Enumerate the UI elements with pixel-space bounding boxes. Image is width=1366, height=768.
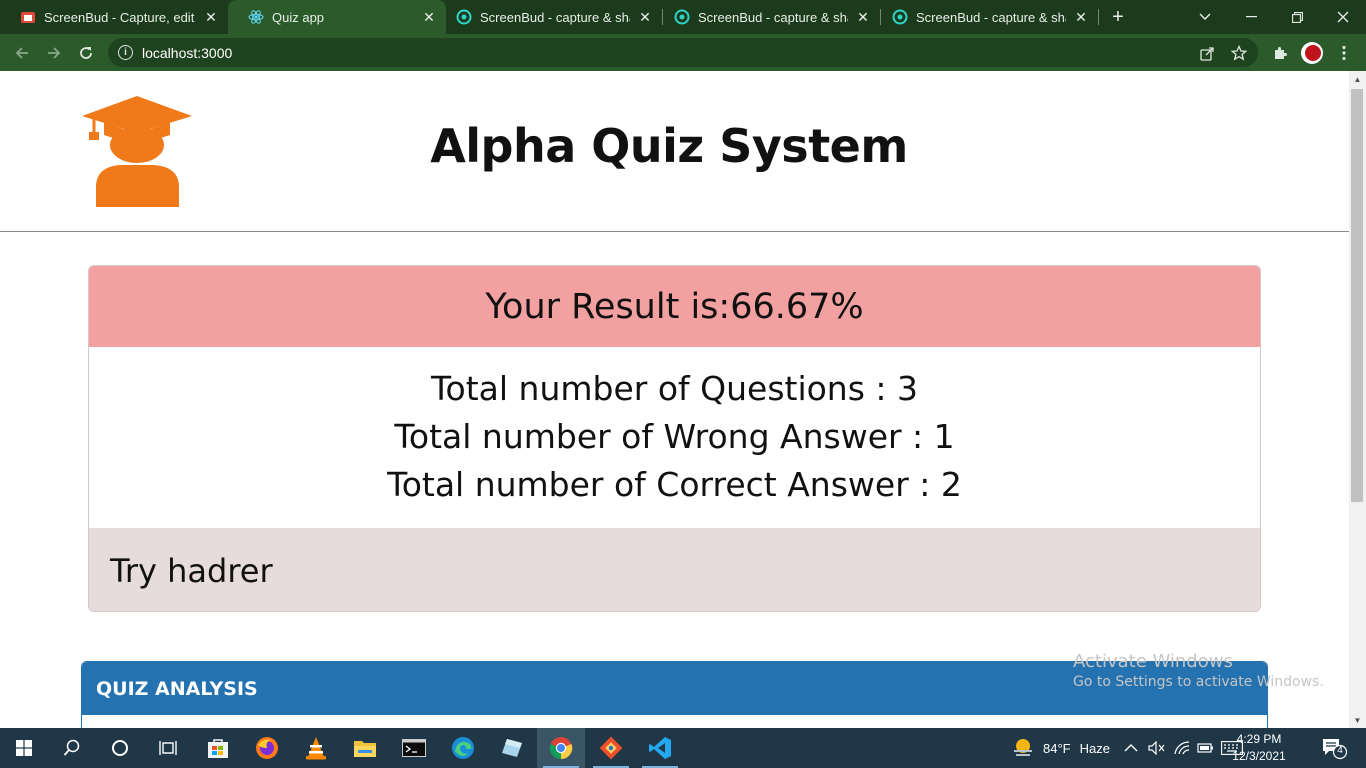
- microsoft-store-icon[interactable]: [194, 728, 242, 768]
- bookmark-star-icon[interactable]: [1230, 44, 1248, 62]
- close-tab-icon[interactable]: ✕: [420, 8, 438, 26]
- terminal-icon[interactable]: [390, 728, 438, 768]
- tab-title: ScreenBud - capture & share: [698, 9, 848, 25]
- restore-icon[interactable]: [1274, 0, 1320, 34]
- notification-center-icon[interactable]: 4: [1320, 736, 1348, 760]
- clock-date: 12/3/2021: [1232, 749, 1286, 763]
- windows-start-icon[interactable]: [0, 728, 48, 768]
- wrong-answers-text: Total number of Wrong Answer : 1: [394, 417, 955, 456]
- watermark-title: Activate Windows: [1073, 651, 1233, 672]
- result-summary: Total number of Questions : 3 Total numb…: [89, 347, 1260, 528]
- browser-tab-strip: ScreenBud - Capture, edit & s ✕ Quiz app…: [0, 0, 1366, 34]
- search-icon[interactable]: [48, 728, 96, 768]
- tab-screenbud-2[interactable]: ScreenBud - capture & share ✕: [446, 0, 662, 34]
- weather-description: Haze: [1079, 740, 1110, 756]
- page-title: Alpha Quiz System: [430, 119, 908, 173]
- scroll-down-arrow-icon[interactable]: ▼: [1349, 712, 1366, 728]
- vlc-icon[interactable]: [292, 728, 340, 768]
- chrome-icon[interactable]: [537, 728, 585, 768]
- extensions-puzzle-icon[interactable]: [1270, 43, 1290, 63]
- tab-screenbud-3[interactable]: ScreenBud - capture & share ✕: [664, 0, 880, 34]
- weather-temperature: 84°F: [1043, 740, 1071, 756]
- close-window-icon[interactable]: [1320, 0, 1366, 34]
- page-viewport: Alpha Quiz System Your Result is:66.67% …: [0, 71, 1349, 728]
- tab-separator: [1098, 9, 1099, 25]
- address-bar[interactable]: i localhost:3000: [108, 38, 1258, 67]
- weather-haze-icon: [1014, 739, 1032, 756]
- volume-muted-icon[interactable]: [1148, 728, 1166, 768]
- firefox-icon[interactable]: [243, 728, 291, 768]
- site-info-icon[interactable]: i: [118, 45, 133, 60]
- clock-time: 4:29 PM: [1236, 732, 1282, 746]
- tab-screenbud-4[interactable]: ScreenBud - capture & share ✕: [882, 0, 1098, 34]
- tab-screenbud-1[interactable]: ScreenBud - Capture, edit & s ✕: [0, 0, 228, 34]
- battery-icon[interactable]: [1197, 728, 1215, 768]
- file-explorer-icon[interactable]: [341, 728, 389, 768]
- result-percentage-heading: Your Result is:66.67%: [89, 266, 1260, 347]
- vscode-icon[interactable]: [636, 728, 684, 768]
- total-questions-text: Total number of Questions : 3: [430, 369, 919, 408]
- correct-answers-text: Total number of Correct Answer : 2: [387, 465, 962, 504]
- wifi-icon[interactable]: [1174, 728, 1190, 768]
- chrome-menu-icon[interactable]: [1334, 43, 1354, 63]
- result-feedback-message: Try hadrer: [89, 528, 1260, 611]
- app-header: Alpha Quiz System: [0, 71, 1349, 232]
- windows-taskbar: 84°F Haze 4:29 PM 12/3/2021 4: [0, 728, 1366, 768]
- react-icon: [248, 9, 264, 25]
- show-hidden-icons-chevron-icon[interactable]: [1124, 728, 1138, 768]
- screenbud-teal-icon: [892, 9, 908, 25]
- activate-windows-watermark: Activate Windows Go to Settings to activ…: [1073, 651, 1324, 690]
- close-tab-icon[interactable]: ✕: [636, 8, 654, 26]
- back-arrow-icon[interactable]: [8, 39, 36, 67]
- reload-icon[interactable]: [72, 39, 100, 67]
- tab-separator: [662, 9, 663, 25]
- scroll-up-arrow-icon[interactable]: ▲: [1349, 71, 1366, 87]
- scrollbar-thumb[interactable]: [1351, 89, 1363, 502]
- notepad-icon[interactable]: [488, 728, 536, 768]
- close-tab-icon[interactable]: ✕: [202, 8, 220, 26]
- close-tab-icon[interactable]: ✕: [854, 8, 872, 26]
- page-scrollbar[interactable]: ▲ ▼: [1349, 71, 1366, 728]
- tab-title: ScreenBud - capture & share: [916, 9, 1066, 25]
- minimize-icon[interactable]: [1228, 0, 1274, 34]
- result-card: Your Result is:66.67% Total number of Qu…: [88, 265, 1261, 612]
- cortana-icon[interactable]: [96, 728, 144, 768]
- git-icon[interactable]: [587, 728, 635, 768]
- new-tab-icon[interactable]: +: [1106, 5, 1130, 29]
- profile-avatar[interactable]: [1301, 42, 1323, 64]
- tab-quiz-app[interactable]: Quiz app ✕: [228, 0, 446, 34]
- system-clock[interactable]: 4:29 PM 12/3/2021: [1224, 731, 1294, 765]
- task-view-icon[interactable]: [144, 728, 192, 768]
- weather-widget[interactable]: 84°F Haze: [1012, 728, 1110, 768]
- edge-icon[interactable]: [439, 728, 487, 768]
- tab-title: ScreenBud - Capture, edit & s: [44, 9, 196, 25]
- url-text[interactable]: localhost:3000: [142, 45, 232, 61]
- tab-title: ScreenBud - capture & share: [480, 9, 630, 25]
- screenbud-teal-icon: [674, 9, 690, 25]
- notification-count-badge: 4: [1337, 745, 1343, 756]
- screenbud-teal-icon: [456, 9, 472, 25]
- forward-arrow-icon[interactable]: [40, 39, 68, 67]
- close-tab-icon[interactable]: ✕: [1072, 8, 1090, 26]
- screenbud-red-icon: [20, 9, 36, 25]
- tab-separator: [880, 9, 881, 25]
- tab-title: Quiz app: [272, 9, 325, 25]
- tab-search-chevron-icon[interactable]: [1182, 0, 1228, 34]
- watermark-subtitle: Go to Settings to activate Windows.: [1073, 674, 1324, 690]
- browser-toolbar: i localhost:3000: [0, 34, 1366, 71]
- share-icon[interactable]: [1198, 44, 1216, 62]
